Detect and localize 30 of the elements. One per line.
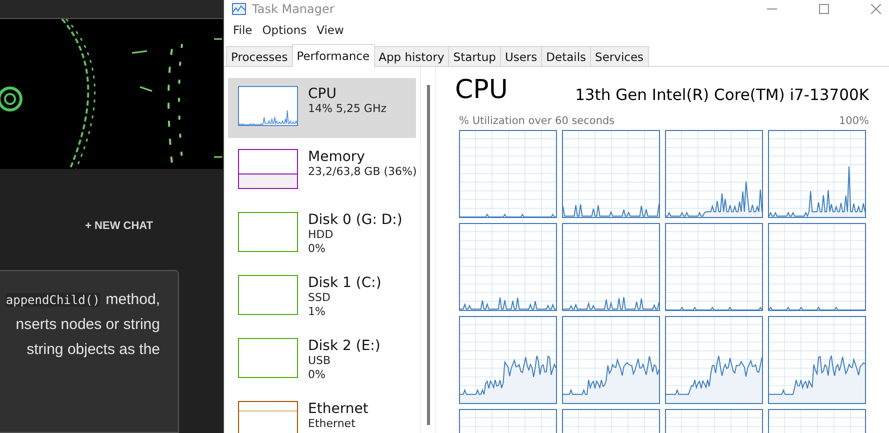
resource-item[interactable]: Disk 1 (C:) SSD 1% — [228, 267, 416, 327]
new-chat-button[interactable]: + NEW CHAT — [85, 220, 153, 232]
message-text: string objects as the — [26, 341, 160, 358]
maximize-icon[interactable] — [819, 4, 829, 14]
panel-title: CPU — [455, 74, 508, 107]
graph-max-label: 100% — [838, 115, 869, 127]
menu-item[interactable]: View — [312, 23, 349, 37]
tab[interactable]: Performance — [292, 44, 375, 67]
tab[interactable]: Services — [590, 46, 649, 66]
scrollbar[interactable] — [426, 85, 430, 425]
cpu-model: 13th Gen Intel(R) Core(TM) i7-13700K — [575, 86, 869, 106]
code-snippet: appendChild() — [6, 293, 100, 307]
chart-app-icon — [232, 3, 246, 15]
resource-item[interactable]: CPU 14% 5,25 GHz — [228, 78, 416, 138]
tab[interactable]: Processes — [226, 46, 293, 66]
tab[interactable]: Users — [500, 46, 542, 66]
resource-item[interactable]: Memory 23,2/63,8 GB (36%) — [228, 141, 416, 201]
tab[interactable]: Details — [541, 46, 592, 66]
graph-caption: % Utilization over 60 seconds — [459, 115, 615, 127]
resource-item[interactable]: Disk 0 (G: D:) HDD 0% — [228, 204, 416, 264]
close-icon[interactable] — [871, 4, 881, 14]
menu-item[interactable]: Options — [257, 23, 312, 37]
window-title: Task Manager — [252, 2, 334, 16]
message-text: nserts nodes or string — [16, 316, 160, 333]
tab[interactable]: Startup — [448, 46, 501, 66]
tab[interactable]: App history — [374, 46, 450, 66]
resource-item[interactable]: Disk 2 (E:) USB 0% — [228, 330, 416, 390]
resource-item[interactable]: Ethernet Ethernet — [228, 393, 416, 433]
menu-item[interactable]: File — [228, 23, 258, 37]
message-text: method, — [106, 291, 160, 308]
